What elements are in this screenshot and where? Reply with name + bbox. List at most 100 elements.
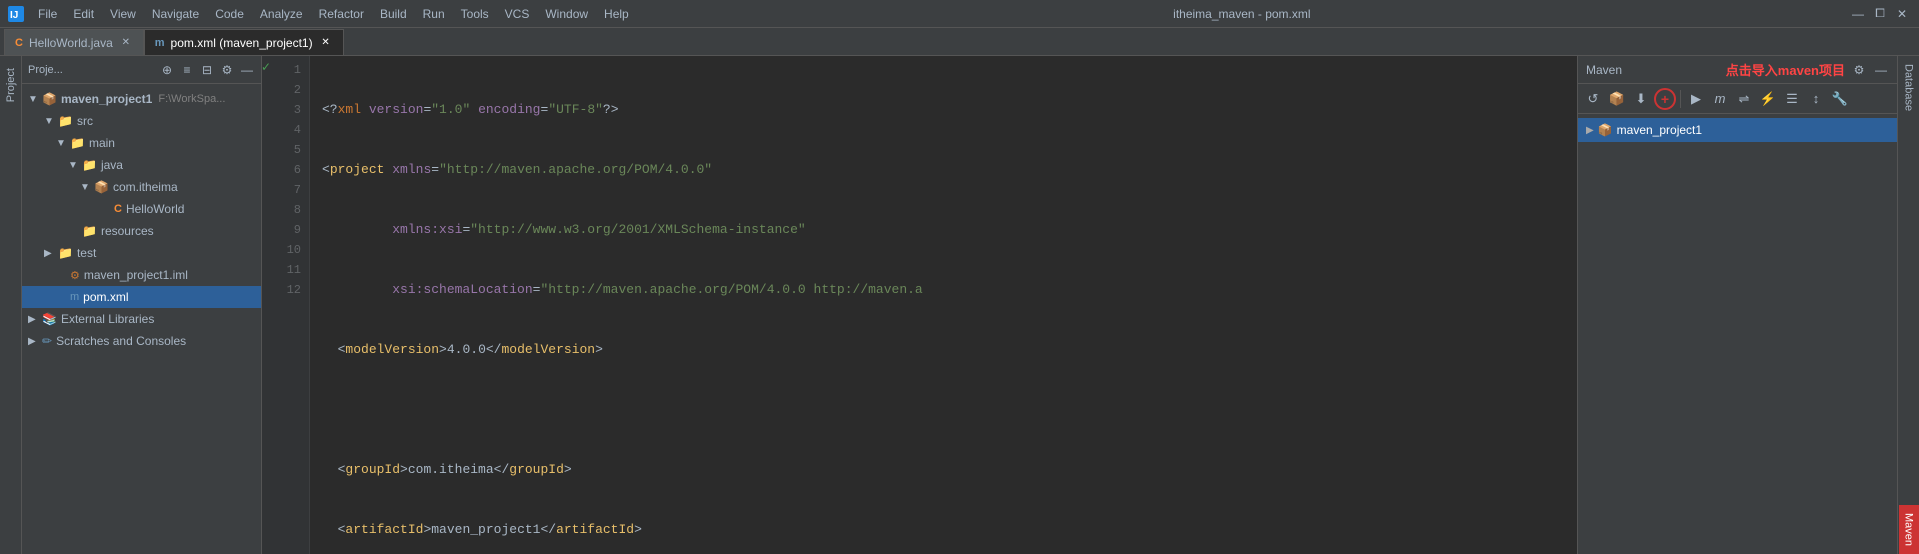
maven-settings-icon[interactable]: ⚙: [1851, 62, 1867, 78]
maven-grid-btn[interactable]: ☰: [1781, 88, 1803, 110]
tree-label-scratches: Scratches and Consoles: [56, 334, 186, 348]
tree-collapse-icon[interactable]: ⊟: [199, 62, 215, 78]
maven-download-btn[interactable]: ⬇: [1630, 88, 1652, 110]
app-icon: IJ: [8, 6, 24, 22]
tree-arrow-java[interactable]: ▼: [68, 160, 80, 171]
line-num-9: 9: [270, 220, 301, 240]
line-num-7: 7: [270, 180, 301, 200]
menu-code[interactable]: Code: [209, 5, 250, 23]
folder-resources-icon: 📁: [82, 224, 97, 238]
maven-lightning-btn[interactable]: ⚡: [1757, 88, 1779, 110]
tree-item-main[interactable]: ▼ 📁 main: [22, 132, 261, 154]
tree-item-external-libs[interactable]: ▶ 📚 External Libraries: [22, 308, 261, 330]
menu-build[interactable]: Build: [374, 5, 413, 23]
maven-arrows-btn[interactable]: ↕: [1805, 88, 1827, 110]
tree-item-java[interactable]: ▼ 📁 java: [22, 154, 261, 176]
project-tab-vertical[interactable]: Project: [1, 60, 21, 110]
tree-arrow-scratches[interactable]: ▶: [28, 336, 40, 347]
right-vertical-tabs: Database Maven: [1897, 56, 1919, 554]
maven-wrench-btn[interactable]: 🔧: [1829, 88, 1851, 110]
project-panel-title: Proje...: [28, 64, 155, 76]
tree-item-src[interactable]: ▼ 📁 src: [22, 110, 261, 132]
maven-item-expand[interactable]: ▶: [1586, 125, 1594, 136]
minimize-button[interactable]: —: [1849, 5, 1867, 23]
project-close-icon[interactable]: —: [239, 62, 255, 78]
menu-vcs[interactable]: VCS: [499, 5, 536, 23]
tree-item-iml[interactable]: ⚙ maven_project1.iml: [22, 264, 261, 286]
maven-tab-vertical[interactable]: Maven: [1899, 505, 1919, 554]
line-num-1: 1: [270, 60, 301, 80]
left-vertical-tabs: Project: [0, 56, 22, 554]
menu-help[interactable]: Help: [598, 5, 635, 23]
folder-main-icon: 📁: [70, 136, 85, 150]
maven-header: Maven 点击导入maven项目 ⚙ —: [1578, 56, 1897, 84]
package-icon: 📦: [94, 180, 109, 194]
iml-icon: ⚙: [70, 269, 80, 282]
tab-pomxml-close[interactable]: ✕: [319, 36, 333, 50]
tree-arrow-src[interactable]: ▼: [44, 116, 56, 127]
maven-project-icon: 📦: [1598, 123, 1613, 137]
code-editor[interactable]: <?xml version="1.0" encoding="UTF-8"?> <…: [310, 56, 1577, 554]
tree-label-main: main: [89, 136, 115, 150]
tree-arrow-test[interactable]: ▶: [44, 248, 56, 259]
tree-label-com-itheima: com.itheima: [113, 180, 178, 194]
menu-refactor[interactable]: Refactor: [313, 5, 370, 23]
code-line-5: <modelVersion>4.0.0</modelVersion>: [322, 340, 1565, 360]
menu-analyze[interactable]: Analyze: [254, 5, 309, 23]
tab-helloworld-close[interactable]: ✕: [119, 36, 133, 50]
project-panel-header: Proje... ⊕ ≡ ⊟ ⚙ —: [22, 56, 261, 84]
tree-item-test[interactable]: ▶ 📁 test: [22, 242, 261, 264]
tree-arrow-main[interactable]: ▼: [56, 138, 68, 149]
tree-expand-icon[interactable]: ≡: [179, 62, 195, 78]
maven-run-btn[interactable]: ▶: [1685, 88, 1707, 110]
menu-bar: File Edit View Navigate Code Analyze Ref…: [32, 5, 635, 23]
tree-item-maven-project1[interactable]: ▼ 📦 maven_project1 F:\WorkSpa...: [22, 88, 261, 110]
menu-window[interactable]: Window: [539, 5, 594, 23]
toolbar-separator: [1680, 90, 1681, 108]
tree-item-com-itheima[interactable]: ▼ 📦 com.itheima: [22, 176, 261, 198]
tree-arrow-com-itheima[interactable]: ▼: [80, 182, 92, 193]
tab-helloworld[interactable]: C HelloWorld.java ✕: [4, 29, 144, 55]
menu-tools[interactable]: Tools: [455, 5, 495, 23]
close-button[interactable]: ✕: [1893, 5, 1911, 23]
menu-file[interactable]: File: [32, 5, 63, 23]
database-tab-vertical[interactable]: Database: [1899, 56, 1919, 119]
code-line-2: <project xmlns="http://maven.apache.org/…: [322, 160, 1565, 180]
editor-gutter: ✓: [262, 56, 270, 554]
tree-label-helloworld: HelloWorld: [126, 202, 184, 216]
folder-test-icon: 📁: [58, 246, 73, 260]
code-line-1: <?xml version="1.0" encoding="UTF-8"?>: [322, 100, 1565, 120]
project-settings-icon[interactable]: ⚙: [219, 62, 235, 78]
project-panel: Proje... ⊕ ≡ ⊟ ⚙ — ▼ 📦 maven_project1 F:…: [22, 56, 262, 554]
tree-label-path: F:\WorkSpa...: [158, 93, 225, 105]
add-project-icon[interactable]: ⊕: [159, 62, 175, 78]
maven-load-btn[interactable]: 📦: [1606, 88, 1628, 110]
maven-m-btn[interactable]: m: [1709, 88, 1731, 110]
title-bar: IJ File Edit View Navigate Code Analyze …: [0, 0, 1919, 28]
tree-item-scratches[interactable]: ▶ ✏ Scratches and Consoles: [22, 330, 261, 352]
tree-item-helloworld[interactable]: C HelloWorld: [22, 198, 261, 220]
menu-view[interactable]: View: [104, 5, 142, 23]
folder-java-icon: 📁: [82, 158, 97, 172]
maven-add-btn[interactable]: +: [1654, 88, 1676, 110]
maven-minimize-icon[interactable]: —: [1873, 62, 1889, 78]
tree-expand-arrow[interactable]: ▼: [28, 94, 40, 105]
menu-edit[interactable]: Edit: [67, 5, 100, 23]
menu-run[interactable]: Run: [417, 5, 451, 23]
line-num-10: 10: [270, 240, 301, 260]
tab-pomxml[interactable]: m pom.xml (maven_project1) ✕: [144, 29, 344, 55]
maximize-button[interactable]: ⧠: [1871, 5, 1889, 23]
menu-navigate[interactable]: Navigate: [146, 5, 205, 23]
maven-refresh-btn[interactable]: ↺: [1582, 88, 1604, 110]
tree-arrow-ext[interactable]: ▶: [28, 314, 40, 325]
svg-text:IJ: IJ: [10, 10, 18, 21]
maven-project-item[interactable]: ▶ 📦 maven_project1: [1578, 118, 1897, 142]
library-icon: 📚: [42, 312, 57, 326]
main-layout: Project Proje... ⊕ ≡ ⊟ ⚙ — ▼ 📦 maven_pro…: [0, 56, 1919, 554]
tree-label-external-libs: External Libraries: [61, 312, 154, 326]
tree-item-resources[interactable]: 📁 resources: [22, 220, 261, 242]
tree-item-pom[interactable]: m pom.xml: [22, 286, 261, 308]
line-num-5: 5: [270, 140, 301, 160]
maven-parallel-btn[interactable]: ⇌: [1733, 88, 1755, 110]
line-num-11: 11: [270, 260, 301, 280]
